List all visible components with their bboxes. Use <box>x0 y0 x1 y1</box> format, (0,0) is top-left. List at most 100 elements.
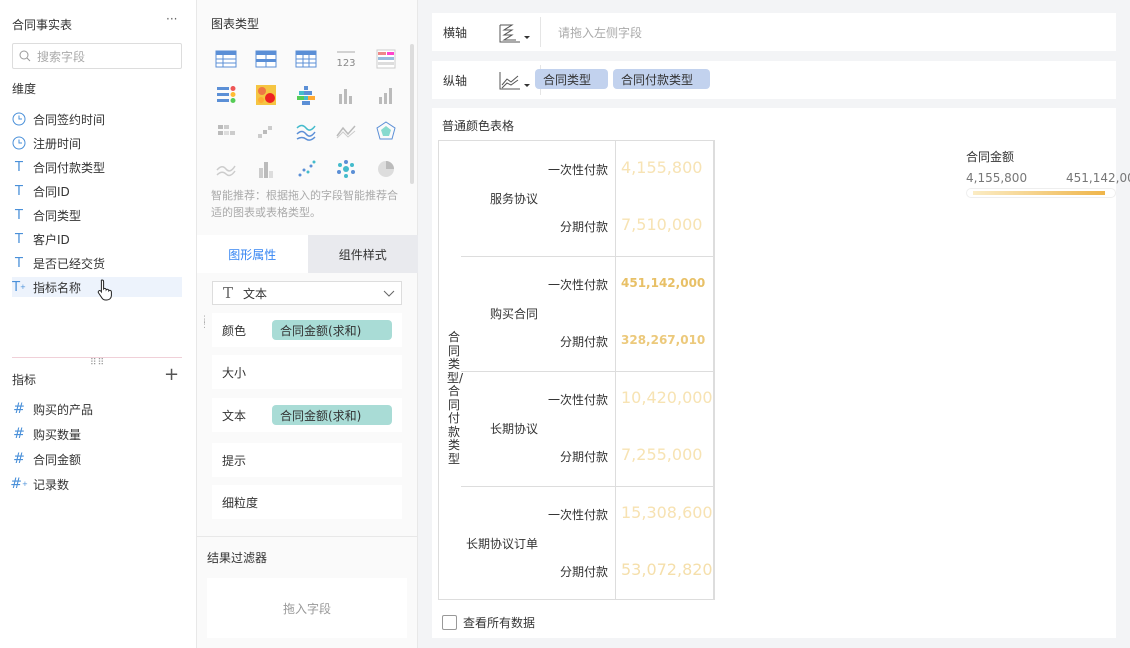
number-type-icon: # <box>13 426 25 442</box>
row-divider <box>461 371 714 372</box>
heatmap-icon[interactable] <box>255 84 277 106</box>
payment-type-label: 一次性付款 <box>547 508 608 522</box>
legend-min: 4,155,800 <box>966 171 1028 185</box>
canvas-area: 横轴 请拖入左侧字段 纵轴 合同类型 合同付款类型 普通颜色表格 合同类型/合同… <box>418 0 1130 648</box>
hint-property[interactable]: 提示 <box>212 443 402 477</box>
text-label: 文本 <box>222 408 247 423</box>
y-field-contract-type[interactable]: 合同类型 <box>535 69 608 89</box>
area-line-gray-icon[interactable] <box>335 120 357 142</box>
kpi-number-icon[interactable]: 123 <box>335 48 357 70</box>
field-contract-sign-time[interactable]: 合同签约时间 <box>12 109 105 129</box>
measure-title: 指标 <box>12 373 37 387</box>
view-all-label: 查看所有数据 <box>463 616 536 630</box>
group-label: 购买合同 <box>489 307 538 321</box>
bubble-cluster-icon[interactable] <box>335 158 357 180</box>
color-legend: 合同金额 4,155,800 451,142,000 <box>966 148 1130 198</box>
y-field-payment-type[interactable]: 合同付款类型 <box>613 69 710 89</box>
mark-type-select[interactable]: T 文本 <box>212 281 402 305</box>
hint-label: 提示 <box>222 453 247 468</box>
tab-graphic-properties[interactable]: 图形属性 <box>197 235 308 273</box>
resize-handle[interactable]: ⠿⠿ <box>90 358 105 368</box>
filter-drop-text: 拖入字段 <box>282 601 331 616</box>
legend-max: 451,142,000 <box>1066 171 1130 185</box>
stacked-grid-icon[interactable] <box>295 84 317 106</box>
stack-bar-gray-icon[interactable] <box>255 158 277 180</box>
field-panel: 合同事实表 ··· 搜索字段 维度 合同签约时间 注册时间 T 合同付款类型 T合… <box>0 0 197 648</box>
field-label: 指标名称 <box>33 280 82 295</box>
x-axis-shelf[interactable]: 横轴 请拖入左侧字段 <box>432 13 1116 51</box>
wave-gray-icon[interactable] <box>215 158 237 180</box>
view-all-data-checkbox[interactable]: 查看所有数据 <box>442 614 535 631</box>
search-input[interactable]: 搜索字段 <box>12 43 182 69</box>
y-axis-shelf[interactable]: 纵轴 合同类型 合同付款类型 <box>432 61 1116 99</box>
chart-type-scrollbar[interactable] <box>410 44 414 184</box>
color-label: 颜色 <box>222 323 247 338</box>
measure-products[interactable]: # 购买的产品 <box>12 399 93 419</box>
amount-value: 4,155,800 <box>621 158 703 177</box>
bar-gray-icon[interactable] <box>335 84 357 106</box>
text-type-icon: T <box>15 207 23 223</box>
row-divider <box>461 486 714 487</box>
y-axis-label: 纵轴 <box>443 73 468 88</box>
more-icon[interactable]: ··· <box>166 12 177 26</box>
radar-icon[interactable] <box>375 120 397 142</box>
field-contract-type[interactable]: T 合同类型 <box>12 205 81 225</box>
amount-value: 7,255,000 <box>621 445 703 464</box>
legend-track <box>966 188 1116 198</box>
field-label: 合同签约时间 <box>33 112 106 127</box>
text-property[interactable]: 文本 合同金额(求和) <box>212 398 402 432</box>
number-type-icon: # <box>13 401 25 417</box>
field-contract-id[interactable]: T 合同ID <box>12 181 70 201</box>
chart-type-title: 图表类型 <box>211 17 260 31</box>
field-label: 购买数量 <box>33 427 82 442</box>
search-icon <box>19 50 31 62</box>
y-axis-type-icon[interactable] <box>498 70 534 92</box>
column-divider <box>615 141 616 599</box>
field-label: 购买的产品 <box>33 402 94 417</box>
field-register-time[interactable]: 注册时间 <box>12 133 81 153</box>
table-title: 合同事实表 <box>12 18 73 32</box>
table-icon[interactable] <box>215 48 237 70</box>
group-label: 服务协议 <box>489 192 538 206</box>
color-property[interactable]: 颜色 合同金额(求和) <box>212 313 402 347</box>
measure-record-count[interactable]: # + 记录数 <box>10 474 69 494</box>
measure-contract-amount[interactable]: # 合同金额 <box>12 449 81 469</box>
filter-drop-zone[interactable]: 拖入字段 <box>207 578 407 638</box>
section-divider <box>197 536 418 537</box>
add-measure-button[interactable]: + <box>164 366 179 384</box>
scatter-gray-icon[interactable] <box>255 120 277 142</box>
color-field-pill[interactable]: 合同金额(求和) <box>272 320 392 340</box>
granularity-property[interactable]: 细粒度 <box>212 485 402 519</box>
granularity-label: 细粒度 <box>222 495 259 510</box>
amount-value: 53,072,820 <box>621 560 713 579</box>
x-axis-placeholder: 请拖入左侧字段 <box>558 25 643 40</box>
field-payment-type[interactable]: T 合同付款类型 <box>12 157 105 177</box>
field-delivered[interactable]: T 是否已经交货 <box>12 253 105 273</box>
pie-gray-icon[interactable] <box>375 158 397 180</box>
clock-icon <box>12 112 26 126</box>
text-field-pill[interactable]: 合同金额(求和) <box>272 405 392 425</box>
text-type-icon: T <box>15 183 23 199</box>
checkbox-box[interactable] <box>442 615 457 630</box>
payment-type-label: 一次性付款 <box>547 393 608 407</box>
field-customer-id[interactable]: T 客户ID <box>12 229 70 249</box>
status-table-icon[interactable] <box>215 84 237 106</box>
grouped-table-icon[interactable] <box>255 48 277 70</box>
smart-recommend-tip: 智能推荐：根据拖入的字段智能推荐合适的图表或表格类型。 <box>211 189 398 219</box>
line-chart-icon[interactable] <box>295 120 317 142</box>
x-axis-type-icon[interactable] <box>498 22 534 44</box>
tab-component-style[interactable]: 组件样式 <box>307 235 418 273</box>
payment-type-label: 一次性付款 <box>547 163 608 177</box>
svg-text:123: 123 <box>336 58 355 69</box>
amount-value: 328,267,010 <box>621 333 706 347</box>
kpi-card-icon[interactable] <box>375 48 397 70</box>
payment-type-label: 分期付款 <box>559 335 608 349</box>
size-property[interactable]: 大小 <box>212 355 402 389</box>
dot-matrix-icon[interactable] <box>215 120 237 142</box>
result-filter-title: 结果过滤器 <box>207 551 268 565</box>
detail-table-icon[interactable] <box>295 48 317 70</box>
measure-quantity[interactable]: # 购买数量 <box>12 424 81 444</box>
drag-handle-icon[interactable]: ⋮ ⋮ <box>200 316 209 330</box>
column-gray-icon[interactable] <box>375 84 397 106</box>
scatter-icon[interactable] <box>295 158 317 180</box>
